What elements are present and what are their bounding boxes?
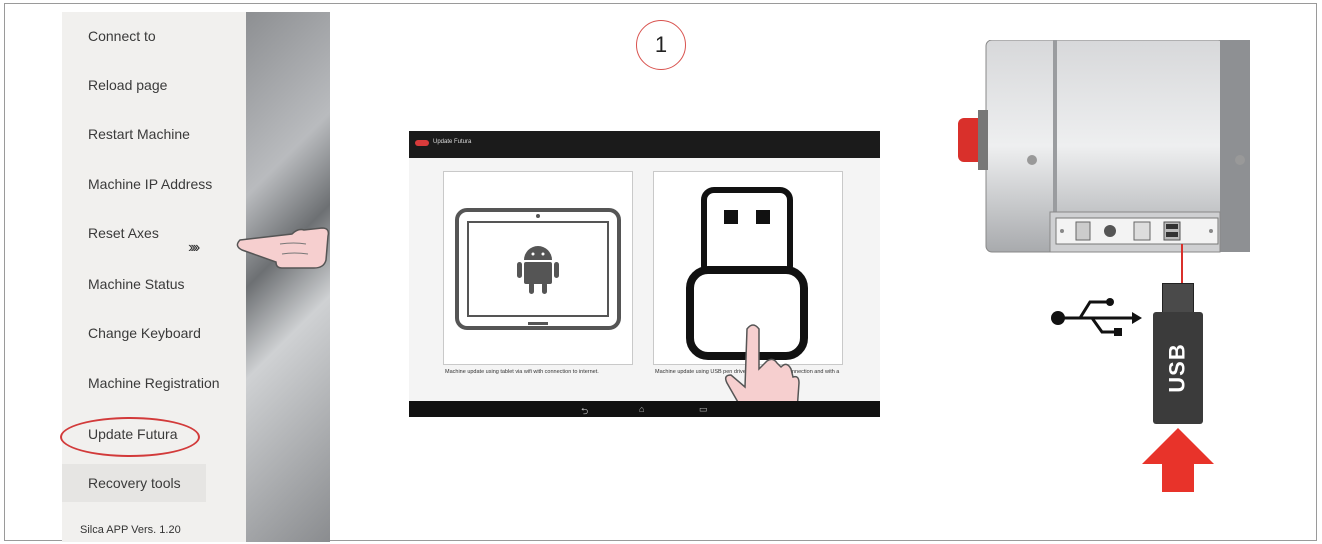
wifi-option-caption: Machine update using tablet via wifi wit… [445, 369, 599, 375]
menu-item-machine-registration[interactable]: Machine Registration [88, 375, 220, 391]
back-icon[interactable]: ⮌ [581, 404, 588, 417]
app-background-strip [246, 12, 330, 542]
menu-item-restart-machine[interactable]: Restart Machine [88, 126, 190, 142]
step-number: 1 [636, 20, 686, 70]
recents-icon[interactable]: ▭ [699, 404, 708, 415]
menu-item-connect-to[interactable]: Connect to [88, 28, 156, 44]
up-arrow-icon [1142, 428, 1214, 492]
menu-item-machine-status[interactable]: Machine Status [88, 276, 185, 292]
usb-symbol-icon [1051, 298, 1142, 336]
machine-illustration [958, 40, 1250, 253]
update-futura-highlight [60, 417, 200, 457]
home-icon[interactable]: ⌂ [639, 404, 644, 414]
menu-item-reload-page[interactable]: Reload page [88, 77, 167, 93]
update-via-wifi-card[interactable] [443, 171, 633, 365]
app-version: Silca APP Vers. 1.20 [80, 524, 181, 536]
tablet-screen: Update Futura Machine update using table… [409, 131, 880, 417]
tablet-action-bar: Update Futura [409, 131, 880, 158]
tablet-android-icon [455, 208, 621, 330]
usb-label: USB [1164, 343, 1190, 393]
menu-item-machine-ip-address[interactable]: Machine IP Address [88, 176, 212, 192]
menu-item-recovery-tools[interactable]: Recovery tools [88, 475, 181, 491]
usb-label-wrap: USB [1153, 312, 1203, 424]
hand-pointer-icon [236, 227, 330, 269]
app-logo-icon [415, 140, 429, 146]
usb-plug [1162, 283, 1194, 313]
usb-cable [1181, 244, 1183, 286]
menu-item-reset-axes[interactable]: Reset Axes [88, 225, 159, 241]
menu-item-change-keyboard[interactable]: Change Keyboard [88, 325, 201, 341]
pointer-arrows: ›››› [188, 239, 200, 256]
android-nav-bar: ⮌ ⌂ ▭ [409, 401, 880, 417]
tablet-title: Update Futura [433, 139, 472, 145]
